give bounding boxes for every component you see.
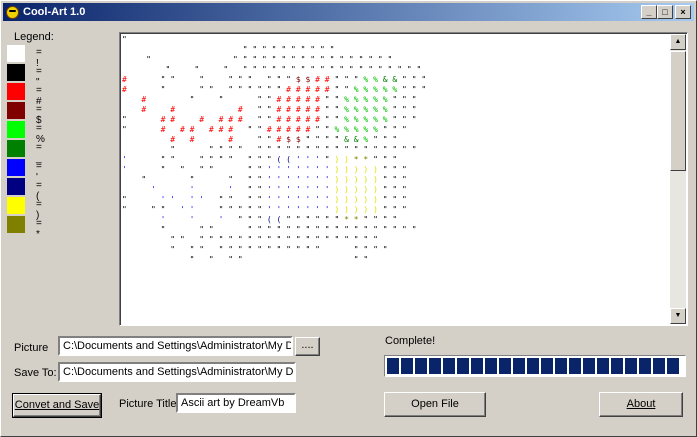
progress-cell xyxy=(583,358,595,374)
progress-cell xyxy=(527,358,539,374)
about-button[interactable]: About xyxy=(599,392,683,417)
progress-cell xyxy=(625,358,637,374)
ascii-art-canvas[interactable]: " " " " " " " " " " " " " " " " " " " " … xyxy=(119,32,688,326)
legend-swatch xyxy=(7,121,25,138)
vertical-scrollbar[interactable]: ▲ ▼ xyxy=(670,34,686,324)
legend-swatch xyxy=(7,102,25,119)
progress-cell xyxy=(667,358,679,374)
scroll-down-arrow-icon[interactable]: ▼ xyxy=(670,308,686,324)
progress-cell xyxy=(499,358,511,374)
save-to-label: Save To: xyxy=(14,367,57,379)
title-bar: Cool-Art 1.0 _ □ × xyxy=(3,3,694,21)
progress-cell xyxy=(611,358,623,374)
progress-cell xyxy=(471,358,483,374)
convert-and-save-button[interactable]: Convet and Save xyxy=(12,393,102,418)
progress-cell xyxy=(555,358,567,374)
minimize-button[interactable]: _ xyxy=(641,5,657,19)
main-window: Cool-Art 1.0 _ □ × Legend: = ! = " = # = $ =… xyxy=(0,0,697,437)
close-button[interactable]: × xyxy=(675,5,691,19)
scroll-up-arrow-icon[interactable]: ▲ xyxy=(670,34,686,50)
legend-swatch xyxy=(7,178,25,195)
progress-cell xyxy=(429,358,441,374)
open-file-button[interactable]: Open File xyxy=(384,392,486,417)
save-to-input[interactable]: C:\Documents and Settings\Administrator\… xyxy=(58,362,296,382)
ascii-art-text: " " " " " " " " " " " " " " " " " " " " … xyxy=(122,35,427,264)
picture-path-input[interactable]: C:\Documents and Settings\Administrator\… xyxy=(58,336,293,356)
legend-swatch xyxy=(7,83,25,100)
legend-label: = * xyxy=(36,218,42,240)
picture-title-input[interactable]: Ascii art by DreamVb xyxy=(176,393,296,413)
progress-cell xyxy=(457,358,469,374)
progress-cell xyxy=(485,358,497,374)
progress-cell xyxy=(569,358,581,374)
window-title: Cool-Art 1.0 xyxy=(23,6,86,18)
progress-cell xyxy=(597,358,609,374)
progress-cell xyxy=(639,358,651,374)
progress-cell xyxy=(653,358,665,374)
progress-cell xyxy=(513,358,525,374)
legend-swatch xyxy=(7,159,25,176)
legend-swatch xyxy=(7,197,25,214)
picture-title-label: Picture Title xyxy=(119,398,177,410)
progress-cell xyxy=(415,358,427,374)
ascii-art-area: " " " " " " " " " " " " " " " " " " " " … xyxy=(122,35,670,325)
picture-label: Picture xyxy=(14,342,49,354)
legend-swatch xyxy=(7,64,25,81)
app-smiley-icon xyxy=(6,5,19,19)
progress-cell xyxy=(387,358,399,374)
maximize-button[interactable]: □ xyxy=(657,5,673,19)
legend-swatch xyxy=(7,216,25,233)
legend-swatch xyxy=(7,45,25,62)
progress-cell xyxy=(443,358,455,374)
progress-cell xyxy=(541,358,553,374)
browse-button[interactable]: .... xyxy=(295,337,320,356)
progress-cell xyxy=(401,358,413,374)
scroll-thumb[interactable] xyxy=(670,51,686,171)
progress-bar xyxy=(384,355,686,377)
legend-swatch xyxy=(7,140,25,157)
status-text: Complete! xyxy=(385,335,436,347)
legend-title: Legend: xyxy=(14,31,54,43)
